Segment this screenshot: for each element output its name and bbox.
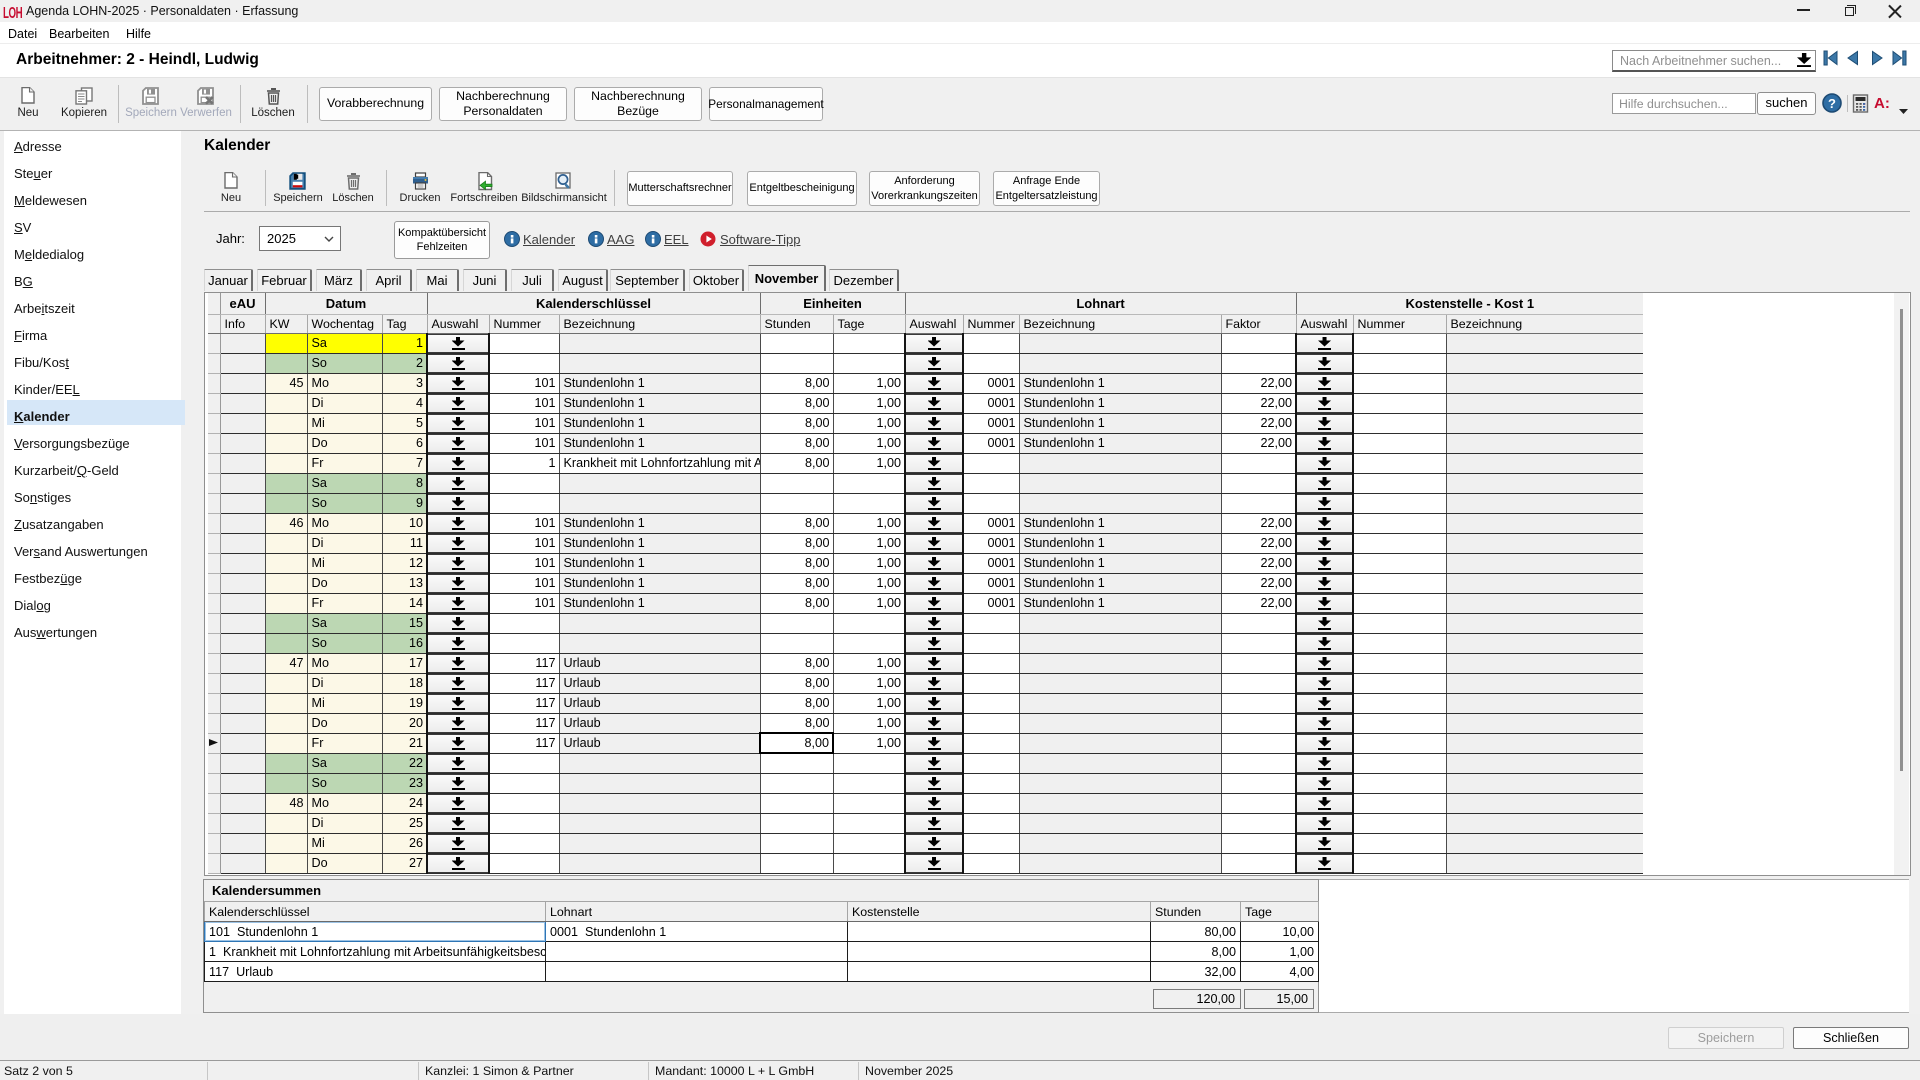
svg-text:?: ?	[1828, 96, 1836, 111]
